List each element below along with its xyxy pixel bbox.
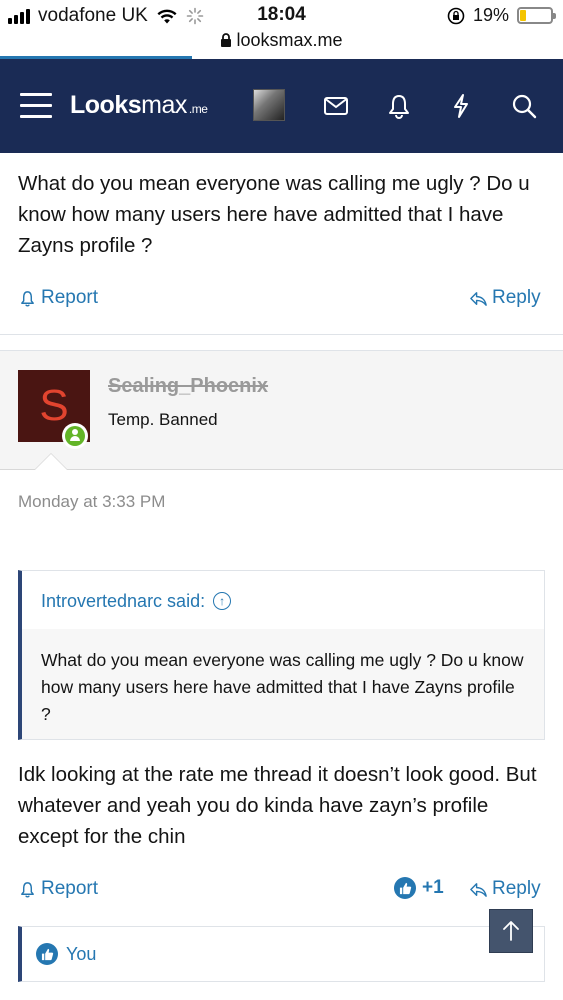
thumbs-up-icon <box>394 877 416 899</box>
reply-link[interactable]: Reply <box>469 287 541 309</box>
reaction-count: +1 <box>422 877 444 898</box>
post-date[interactable]: Monday at 3:33 PM <box>18 492 165 512</box>
quote-block: Introvertednarc said: ↑ What do you mean… <box>18 570 545 740</box>
reply-arrow-icon <box>470 882 487 897</box>
inbox-icon[interactable] <box>322 92 350 120</box>
reply-link[interactable]: Reply <box>469 878 541 900</box>
user-title: Temp. Banned <box>108 410 218 429</box>
url-text: looksmax.me <box>236 30 343 50</box>
report-link[interactable]: Report <box>18 878 98 900</box>
arrow-up-circle-icon[interactable]: ↑ <box>213 592 232 610</box>
arrow-up-icon <box>503 921 519 941</box>
online-status-icon <box>62 423 88 449</box>
reactions-bar[interactable]: You <box>18 926 545 982</box>
status-bar: vodafone UK 18:04 looksmax.me 19% <box>0 0 563 56</box>
reply-label: Reply <box>492 287 541 308</box>
post-divider <box>0 334 563 335</box>
bell-outline-icon <box>21 881 34 898</box>
reply-label: Reply <box>492 878 541 899</box>
site-header: Looksmax .me <box>0 59 563 153</box>
quote-attribution[interactable]: Introvertednarc said: ↑ <box>22 571 544 629</box>
report-label: Report <box>41 878 99 899</box>
status-right: 19% <box>447 5 556 26</box>
quote-author[interactable]: Introvertednarc said: <box>41 591 205 612</box>
menu-icon[interactable] <box>20 93 52 119</box>
search-icon[interactable] <box>510 92 538 120</box>
previous-post-text: What do you mean everyone was calling me… <box>18 172 530 257</box>
reactions-user[interactable]: You <box>66 944 96 965</box>
reply-arrow-icon <box>470 291 487 306</box>
battery-percent: 19% <box>472 5 509 25</box>
report-label: Report <box>41 287 99 308</box>
report-link[interactable]: Report <box>18 287 98 309</box>
address-bar[interactable]: looksmax.me <box>0 30 563 51</box>
quote-text: What do you mean everyone was calling me… <box>22 629 544 739</box>
bell-outline-icon <box>21 290 34 307</box>
logo-text-bold: Looks <box>70 91 142 119</box>
bolt-icon[interactable] <box>447 92 475 120</box>
logo-text: max <box>141 91 187 119</box>
user-avatar-button[interactable] <box>253 89 285 121</box>
user-block-caret <box>34 453 68 470</box>
post-text: Idk looking at the rate me thread it doe… <box>18 763 537 848</box>
lock-icon <box>221 33 232 47</box>
thumbs-up-icon <box>36 943 58 965</box>
site-logo[interactable]: Looksmax .me <box>70 91 208 120</box>
reaction-summary[interactable]: +1 <box>394 877 444 899</box>
orientation-lock-icon <box>447 7 465 24</box>
username[interactable]: Sealing_Phoenix <box>108 375 268 398</box>
logo-suffix: .me <box>188 102 208 116</box>
bell-icon[interactable] <box>385 92 413 120</box>
scroll-to-top-button[interactable] <box>489 909 533 953</box>
battery-icon <box>517 7 556 24</box>
post-user-block: S Sealing_Phoenix Temp. Banned <box>0 350 563 470</box>
